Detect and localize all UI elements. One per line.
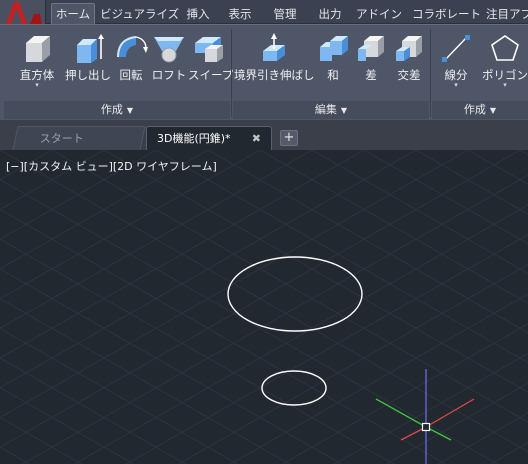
union-icon: [320, 36, 348, 61]
revolve-button[interactable]: 回転: [112, 29, 150, 91]
menu-bar: ホーム ビジュアライズ 挿入 表示 管理 出力 アドイン コラボレート 注目アプ: [0, 0, 528, 25]
chevron-down-icon: ▼: [126, 106, 134, 115]
application-menu-button[interactable]: [0, 0, 46, 24]
tab-insert[interactable]: 挿入: [182, 4, 214, 24]
tab-addins[interactable]: アドイン: [356, 4, 402, 24]
box-button[interactable]: 直方体 ▾: [12, 29, 62, 91]
revolve-icon: [117, 36, 148, 58]
tab-collaborate[interactable]: コラボレート: [412, 4, 481, 24]
tab-featured-apps[interactable]: 注目アプ: [486, 4, 528, 24]
file-tab-bar: スタート 3D機能(円錐)* ✖ +: [0, 120, 528, 150]
drawing-viewport[interactable]: [−][カスタム ビュー][2D ワイヤフレーム]: [0, 150, 528, 464]
sweep-icon: [195, 37, 223, 62]
tab-document[interactable]: 3D機能(円錐)* ✖: [146, 126, 272, 150]
subtract-button[interactable]: 差: [352, 29, 390, 91]
intersect-icon: [396, 36, 422, 61]
panel-separator: [430, 29, 431, 117]
extrude-button[interactable]: 押し出し: [64, 29, 112, 91]
polygon-icon: [491, 35, 519, 61]
box-icon: [26, 36, 50, 62]
sweep-button[interactable]: スイープ: [188, 29, 233, 91]
ribbon: 直方体 ▾ 押し出し 回転 ロフト スイープ 境界引き伸ばし 和 差 交差 線分…: [0, 24, 528, 120]
intersect-button[interactable]: 交差: [390, 29, 428, 91]
extrude-icon: [77, 34, 104, 63]
panel-create-footer[interactable]: 作成 ▼: [4, 101, 230, 119]
cone-top-ellipse[interactable]: [261, 370, 327, 406]
polygon-button[interactable]: ポリゴン ▾: [482, 29, 528, 91]
presspull-button[interactable]: 境界引き伸ばし: [234, 29, 315, 91]
chevron-down-icon: ▼: [340, 106, 348, 115]
subtract-icon: [358, 36, 384, 61]
line-icon: [442, 35, 470, 62]
tab-start[interactable]: スタート: [12, 126, 146, 150]
drawing-canvas[interactable]: [0, 150, 528, 464]
tab-visualize[interactable]: ビジュアライズ: [100, 4, 179, 24]
cone-base-ellipse[interactable]: [227, 256, 363, 332]
tab-output[interactable]: 出力: [313, 4, 347, 24]
grid: [0, 150, 528, 464]
line-button[interactable]: 線分 ▾: [434, 29, 478, 91]
close-icon[interactable]: ✖: [252, 127, 261, 151]
new-tab-button[interactable]: +: [280, 130, 298, 146]
panel-edit-footer[interactable]: 編集 ▼: [233, 101, 429, 119]
tab-manage[interactable]: 管理: [268, 4, 302, 24]
autocad-logo-icon: [6, 2, 42, 24]
tab-home[interactable]: ホーム: [51, 3, 95, 25]
chevron-down-icon: ▼: [489, 106, 497, 115]
loft-button[interactable]: ロフト: [150, 29, 188, 91]
viewport-controls-label[interactable]: [−][カスタム ビュー][2D ワイヤフレーム]: [6, 158, 217, 174]
loft-icon: [154, 37, 184, 63]
presspull-icon: [263, 33, 285, 61]
panel-draw-footer[interactable]: 作成 ▼: [432, 101, 528, 119]
panel-separator: [231, 29, 232, 117]
union-button[interactable]: 和: [316, 29, 350, 91]
tab-view[interactable]: 表示: [224, 4, 256, 24]
